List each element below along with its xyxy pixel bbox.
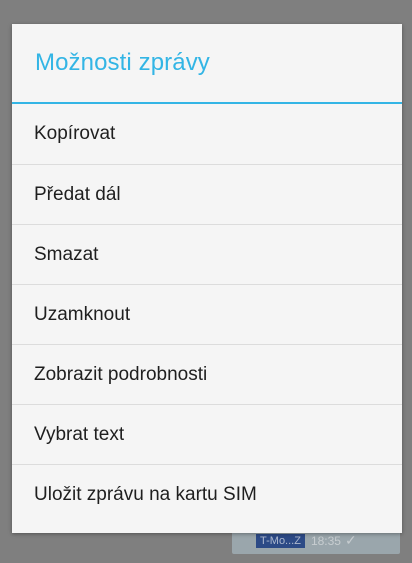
options-menu: Kopírovat Předat dál Smazat Uzamknout Zo… xyxy=(12,104,402,525)
menu-item-label: Předat dál xyxy=(34,183,121,205)
menu-item-label: Uzamknout xyxy=(34,303,131,325)
menu-item-label: Uložit zprávu na kartu SIM xyxy=(34,484,257,505)
dialog-title: Možnosti zprávy xyxy=(35,49,210,76)
message-sender: T-Mo...Z xyxy=(256,533,305,548)
menu-item-select-text[interactable]: Vybrat text xyxy=(12,405,402,465)
menu-item-delete[interactable]: Smazat xyxy=(12,225,402,285)
menu-item-label: Smazat xyxy=(34,243,99,265)
menu-item-label: Vybrat text xyxy=(34,423,125,445)
menu-item-copy[interactable]: Kopírovat xyxy=(12,104,402,165)
menu-item-label: Kopírovat xyxy=(34,123,116,144)
menu-item-forward[interactable]: Předat dál xyxy=(12,165,402,225)
message-time: 18:35 xyxy=(310,533,341,548)
message-options-dialog: Možnosti zprávy Kopírovat Předat dál Sma… xyxy=(12,24,402,533)
menu-item-label: Zobrazit podrobnosti xyxy=(34,363,208,385)
menu-item-lock[interactable]: Uzamknout xyxy=(12,285,402,345)
dialog-header: Možnosti zprávy xyxy=(12,24,402,104)
message-meta: T-Mo...Z 18:35 ✓ xyxy=(256,532,357,549)
menu-item-view-details[interactable]: Zobrazit podrobnosti xyxy=(12,345,402,405)
menu-item-save-to-sim[interactable]: Uložit zprávu na kartu SIM xyxy=(12,465,402,525)
check-icon: ✓ xyxy=(344,532,357,548)
